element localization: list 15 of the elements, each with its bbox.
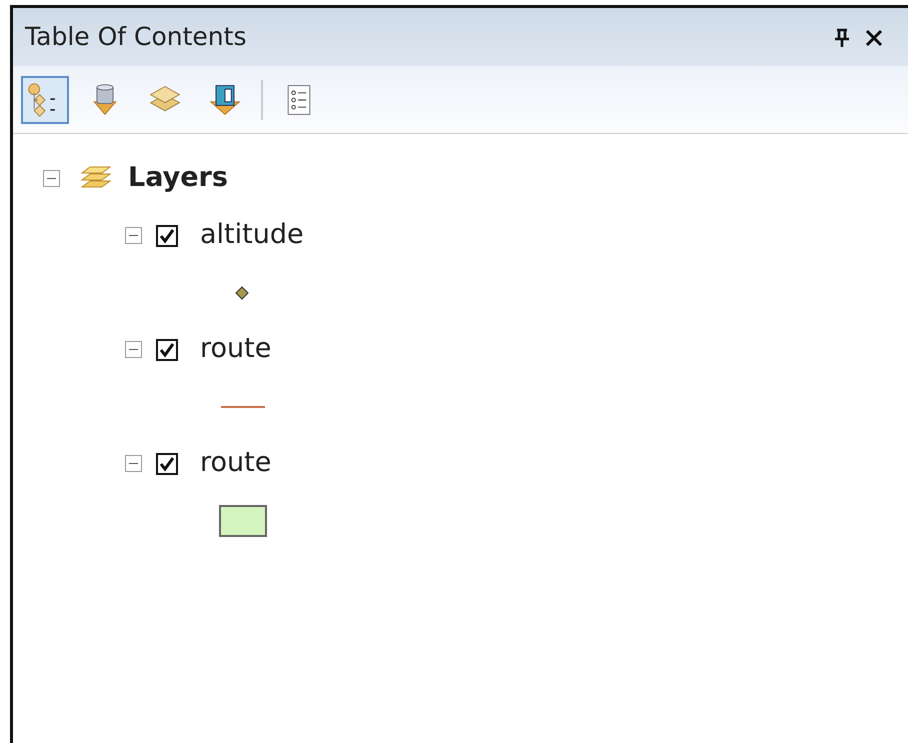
layer-label: route	[200, 332, 272, 366]
layer-checkbox[interactable]	[156, 224, 178, 246]
layer-checkbox[interactable]	[156, 452, 178, 474]
panel-title: Table Of Contents	[25, 21, 246, 54]
group-label: Layers	[128, 161, 228, 196]
expander-button[interactable]	[43, 170, 60, 187]
expander-button[interactable]	[125, 455, 142, 472]
drawing-order-button[interactable]	[21, 76, 69, 124]
layer-checkbox[interactable]	[156, 338, 178, 360]
layer-label: altitude	[200, 218, 304, 252]
pin-icon	[832, 28, 852, 48]
close-icon	[864, 28, 884, 48]
expander-button[interactable]	[125, 227, 142, 244]
expander-button[interactable]	[125, 341, 142, 358]
layer-label: route	[200, 446, 272, 480]
